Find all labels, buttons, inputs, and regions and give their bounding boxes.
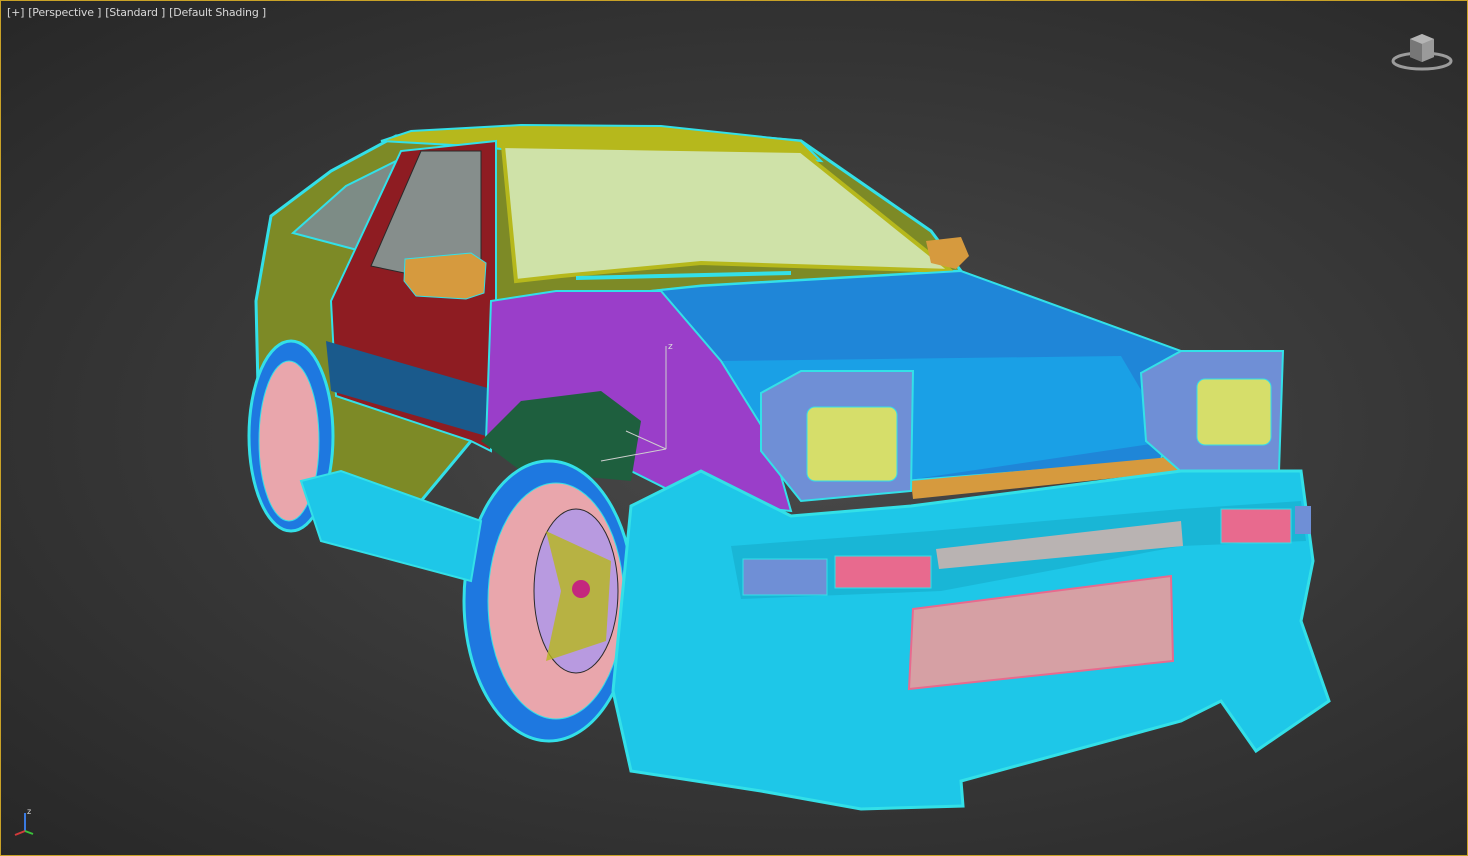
viewport-render-mode[interactable]: [Standard ] [105, 6, 165, 19]
left-headlight [806, 406, 898, 482]
tripod-axis-label: z [27, 807, 31, 816]
viewport-view-type[interactable]: [Perspective ] [28, 6, 101, 19]
viewport-menu-plus[interactable]: [+] [7, 6, 24, 19]
perspective-viewport[interactable]: z [+] [Perspective ] [Standard ] [Defaul… [0, 0, 1468, 856]
gizmo-axis-label: z [668, 342, 673, 352]
axis-tripod-icon: z [14, 807, 34, 836]
viewcube-icon[interactable] [1391, 29, 1453, 73]
left-indicator [834, 555, 932, 589]
left-indicator-outer [742, 558, 828, 596]
wheel-hub [572, 580, 590, 598]
viewport-label-bar: [+] [Perspective ] [Standard ] [Default … [7, 6, 266, 19]
right-indicator [1220, 508, 1292, 544]
scene-canvas[interactable]: z [1, 1, 1468, 856]
viewport-shading-mode[interactable]: [Default Shading ] [169, 6, 266, 19]
right-indicator-outer [1295, 506, 1311, 534]
side-mirror [403, 252, 487, 300]
right-headlight [1196, 378, 1272, 446]
